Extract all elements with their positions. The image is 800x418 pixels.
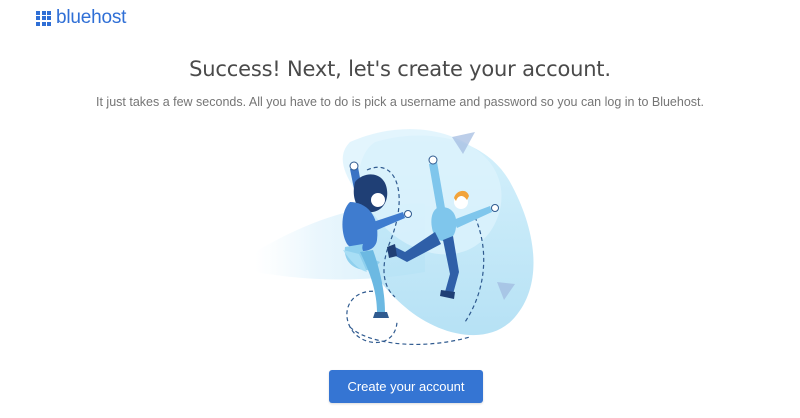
signup-success-page: bluehost Success! Next, let's create you… [0,0,800,418]
background-shapes [255,129,534,336]
grid-logo-icon [36,10,51,26]
page-title: Success! Next, let's create your account… [189,57,611,81]
jumping-people-illustration [255,129,534,346]
page-subtitle: It just takes a few seconds. All you hav… [96,95,704,109]
create-account-button[interactable]: Create your account [329,370,483,403]
brand-name: bluehost [56,7,127,28]
bluehost-logo[interactable]: bluehost [36,7,126,29]
